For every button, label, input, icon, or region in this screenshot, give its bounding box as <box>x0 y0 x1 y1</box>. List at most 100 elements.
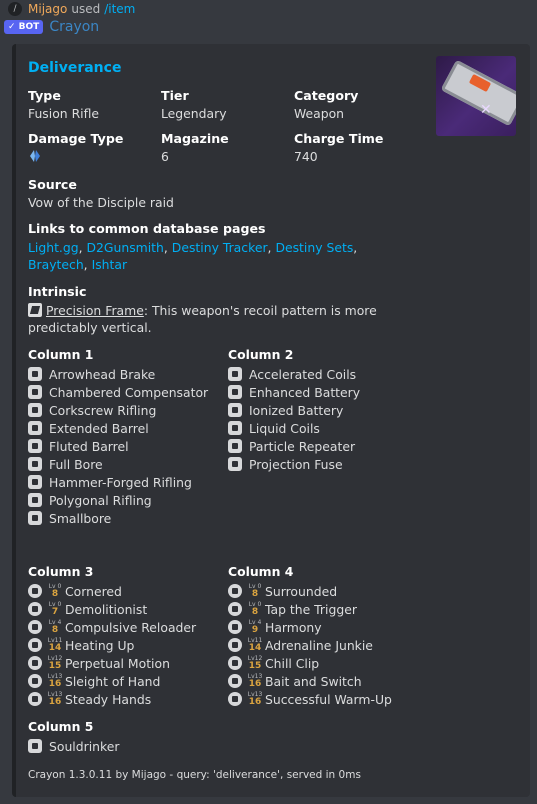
field-name: Magazine <box>161 131 229 146</box>
origin-perk-icon <box>28 739 42 753</box>
barrel-perk-icon <box>28 403 42 417</box>
perk-column-5: Column 5 Souldrinker <box>28 719 516 755</box>
intrinsic-field: Intrinsic Precision Frame: This weapon's… <box>28 284 516 336</box>
field-name: Tier <box>161 88 189 103</box>
trait-perk-icon <box>28 674 42 688</box>
field-name: Category <box>294 88 359 103</box>
perk-item: Lv13 16 Sleight of Hand <box>28 672 228 690</box>
item-embed: ✕ Deliverance Type Fusion Rifle Tier Legen… <box>12 44 530 797</box>
battery-perk-icon <box>228 421 242 435</box>
level-badge: Lv 49 <box>248 618 262 635</box>
column-title: Column 4 <box>228 564 294 579</box>
level-badge: Lv13 16 <box>47 672 63 689</box>
level-badge: Lv 08 <box>248 600 262 617</box>
trait-perk-icon <box>28 584 42 598</box>
level-badge: Lv13 16 <box>247 690 263 707</box>
source-field: Source Vow of the Disciple raid <box>28 177 516 210</box>
level-badge: Lv12 15 <box>47 654 63 671</box>
perk-item: Lv11 14 Heating Up <box>28 636 228 654</box>
trait-perk-icon <box>228 602 242 616</box>
perk-column-1: Column 1 Arrowhead Brake Chambered Compe… <box>28 347 228 527</box>
perk-item: Full Bore <box>28 455 228 473</box>
column-title: Column 3 <box>28 564 94 579</box>
links-field: Links to common database pages Light.gg,… <box>28 221 516 273</box>
field-value: Vow of the Disciple raid <box>28 195 174 210</box>
barrel-perk-icon <box>28 493 42 507</box>
perk-columns-1-2: Column 1 Arrowhead Brake Chambered Compe… <box>28 347 516 527</box>
link-d2gunsmith[interactable]: D2Gunsmith <box>86 240 163 255</box>
perk-item: Souldrinker <box>28 737 516 755</box>
trait-perk-icon <box>28 602 42 616</box>
perk-item: Lv 4 9 Harmony <box>228 618 428 636</box>
field-value: Legendary <box>161 106 227 121</box>
intrinsic-perk-name[interactable]: Precision Frame <box>46 303 144 318</box>
reply-text: used <box>71 2 101 16</box>
field-value: 6 <box>161 149 169 164</box>
level-badge: Lv11 14 <box>247 636 263 653</box>
slash-command-icon: / <box>8 2 22 16</box>
perk-item: Extended Barrel <box>28 419 228 437</box>
bot-badge: ✓ BOT <box>4 20 44 34</box>
level-badge: Lv11 14 <box>47 636 63 653</box>
perk-item: Smallbore <box>28 509 228 527</box>
level-badge: Lv13 16 <box>247 672 263 689</box>
field-name: Charge Time <box>294 131 384 146</box>
perk-item: Liquid Coils <box>228 419 428 437</box>
precision-frame-icon <box>28 303 42 317</box>
perk-item: Chambered Compensator <box>28 383 228 401</box>
link-destiny-tracker[interactable]: Destiny Tracker <box>172 240 268 255</box>
author-name[interactable]: Crayon <box>49 19 99 35</box>
trait-perk-icon <box>28 638 42 652</box>
reply-username[interactable]: Mijago <box>28 2 67 16</box>
barrel-perk-icon <box>28 475 42 489</box>
battery-perk-icon <box>228 457 242 471</box>
perk-column-2: Column 2 Accelerated Coils Enhanced Batt… <box>228 347 428 527</box>
perk-column-3: Column 3 Lv 0 8 Cornered Lv 0 7 Demolitionis… <box>28 564 228 708</box>
perk-item: Lv13 16 Steady Hands <box>28 690 228 708</box>
field-value: Weapon <box>294 106 345 121</box>
perk-item: Particle Repeater <box>228 437 428 455</box>
column-title: Column 1 <box>28 347 94 362</box>
link-lightgg[interactable]: Light.gg <box>28 240 79 255</box>
perk-columns-3-4: Column 3 Lv 0 8 Cornered Lv 0 7 Demolitionis… <box>28 564 516 708</box>
battery-perk-icon <box>228 439 242 453</box>
field-value: Fusion Rifle <box>28 106 100 121</box>
perk-item: Lv12 15 Perpetual Motion <box>28 654 228 672</box>
perk-item: Accelerated Coils <box>228 365 428 383</box>
perk-item: Fluted Barrel <box>28 437 228 455</box>
perk-item: Lv11 14 Adrenaline Junkie <box>228 636 428 654</box>
trait-perk-icon <box>228 692 242 706</box>
reply-header: / Mijago used /item <box>8 0 135 18</box>
weapon-thumbnail[interactable]: ✕ <box>436 56 516 136</box>
level-badge: Lv 48 <box>48 618 62 635</box>
trait-perk-icon <box>28 692 42 706</box>
field-row-2: Damage Type Magazine 6 Charge Time 740 <box>28 131 516 166</box>
level-badge: Lv12 15 <box>247 654 263 671</box>
field-name: Intrinsic <box>28 284 87 299</box>
reply-command[interactable]: /item <box>104 2 135 16</box>
barrel-perk-icon <box>28 457 42 471</box>
perk-item: Lv13 16 Bait and Switch <box>228 672 428 690</box>
perk-item: Enhanced Battery <box>228 383 428 401</box>
barrel-perk-icon <box>28 511 42 525</box>
level-badge: Lv 07 <box>48 600 62 617</box>
battery-perk-icon <box>228 403 242 417</box>
barrel-perk-icon <box>28 439 42 453</box>
link-ishtar[interactable]: Ishtar <box>92 257 128 272</box>
perk-item: Hammer-Forged Rifling <box>28 473 228 491</box>
field-value: 740 <box>294 149 318 164</box>
perk-item: Lv13 16 Successful Warm-Up <box>228 690 428 708</box>
perk-item: Lv 4 8 Compulsive Reloader <box>28 618 228 636</box>
trait-perk-icon <box>228 674 242 688</box>
arc-damage-icon <box>30 150 40 162</box>
trait-perk-icon <box>228 584 242 598</box>
link-destiny-sets[interactable]: Destiny Sets <box>275 240 353 255</box>
field-name: Type <box>28 88 61 103</box>
trait-perk-icon <box>228 620 242 634</box>
link-braytech[interactable]: Braytech <box>28 257 84 272</box>
perk-item: Lv 0 8 Tap the Trigger <box>228 600 428 618</box>
trait-perk-icon <box>28 620 42 634</box>
perk-item: Lv12 15 Chill Clip <box>228 654 428 672</box>
field-name: Links to common database pages <box>28 221 266 236</box>
battery-perk-icon <box>228 367 242 381</box>
